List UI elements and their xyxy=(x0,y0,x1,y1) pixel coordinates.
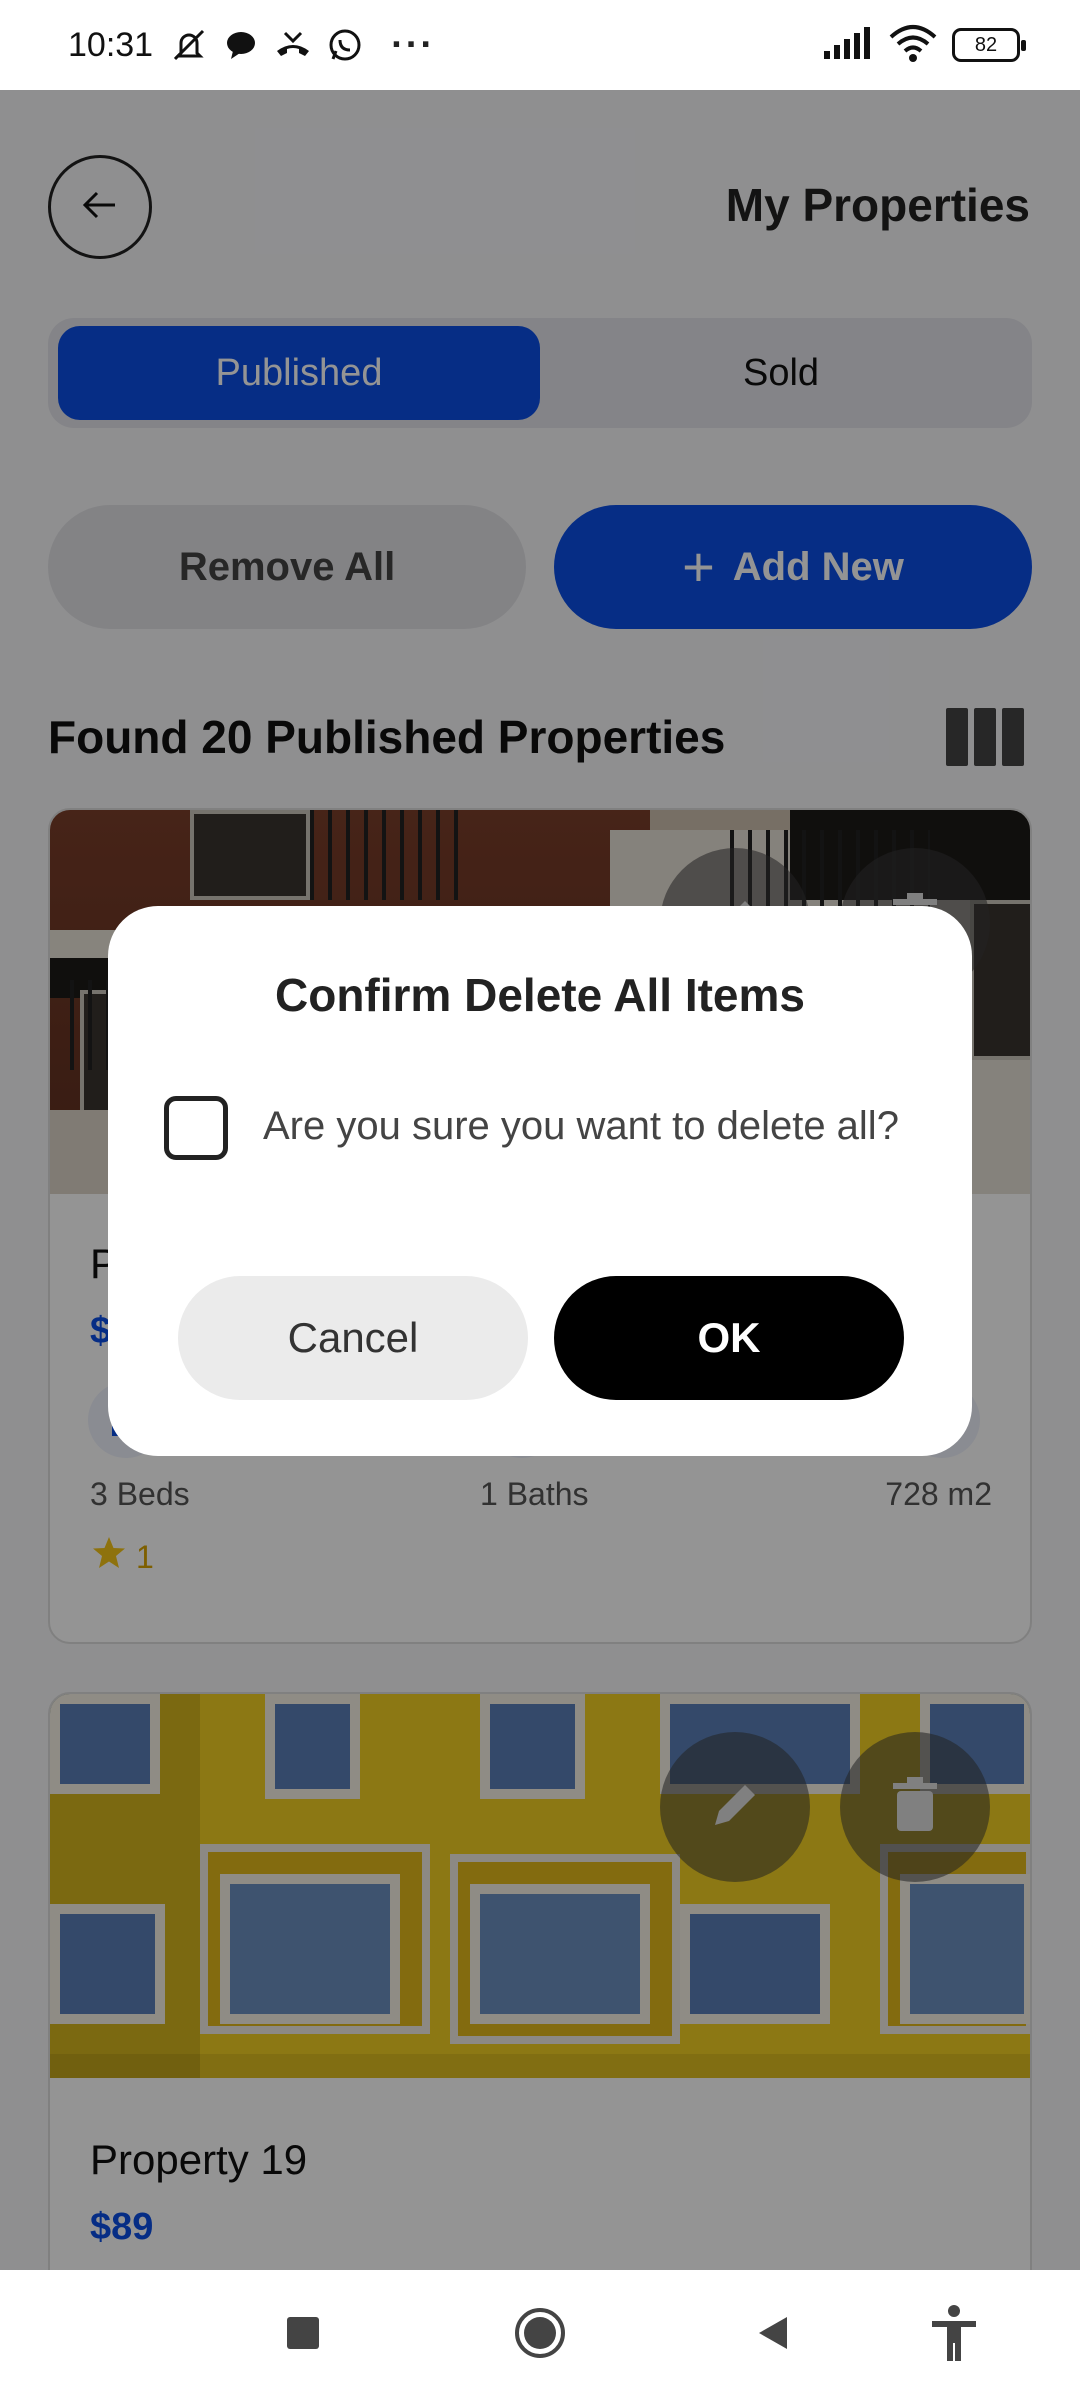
signal-icon xyxy=(822,25,874,66)
status-time: 10:31 xyxy=(68,25,154,64)
confirm-dialog: Confirm Delete All Items Are you sure yo… xyxy=(108,906,972,1456)
cancel-button[interactable]: Cancel xyxy=(178,1276,528,1400)
dialog-title: Confirm Delete All Items xyxy=(275,969,805,1021)
confirm-checkbox[interactable] xyxy=(164,1096,228,1160)
chat-bubble-icon xyxy=(219,23,263,67)
system-nav-bar xyxy=(0,2270,1080,2400)
recents-icon xyxy=(285,2315,321,2356)
overflow-dots: ··· xyxy=(391,23,436,66)
whatsapp-icon xyxy=(323,23,367,67)
accessibility-button[interactable] xyxy=(894,2270,1014,2400)
back-icon xyxy=(753,2313,793,2358)
recents-button[interactable] xyxy=(243,2270,363,2400)
home-button[interactable] xyxy=(480,2270,600,2400)
accessibility-icon xyxy=(928,2303,980,2368)
mute-icon xyxy=(167,23,211,67)
status-bar: 10:31 ··· 82 xyxy=(0,0,1080,90)
battery-icon: 82 xyxy=(952,28,1026,62)
home-icon xyxy=(513,2306,567,2365)
back-nav-button[interactable] xyxy=(713,2270,833,2400)
missed-call-icon xyxy=(271,23,315,67)
wifi-icon xyxy=(888,23,938,68)
ok-button[interactable]: OK xyxy=(554,1276,904,1400)
dialog-message: Are you sure you want to delete all? xyxy=(263,1104,899,1148)
